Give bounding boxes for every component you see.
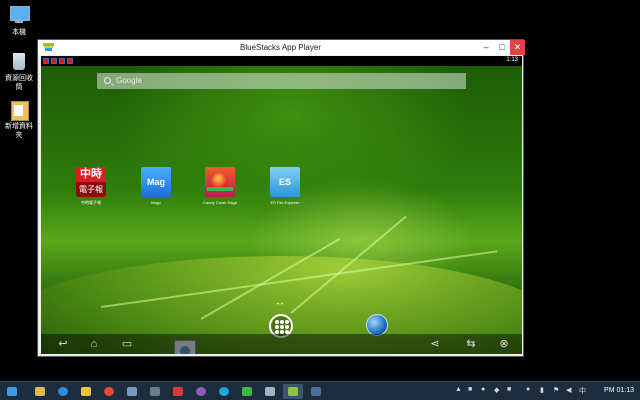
desktop-icon-label: 新增資料夾 [5, 123, 33, 139]
recycle-bin-icon [8, 50, 30, 72]
app-label: 中時電子報 [81, 200, 101, 205]
tray-icon[interactable]: ▲ [455, 386, 464, 397]
china-times-app-icon: 中時 電子報 [76, 167, 106, 197]
taskbar-ie[interactable] [53, 384, 73, 399]
taskbar-app-blue[interactable] [306, 384, 326, 399]
app-label: ES File Explorer [270, 200, 300, 205]
computer-icon [8, 4, 30, 26]
tray-icon[interactable]: ■ [507, 386, 516, 397]
es-file-explorer-app-icon: ES [270, 167, 300, 197]
taskbar-explorer[interactable] [30, 384, 50, 399]
tray-icon[interactable]: ● [481, 386, 490, 397]
taskbar-clock[interactable]: PM 01:13 [604, 387, 634, 394]
window-title: BlueStacks App Player [240, 43, 321, 52]
taskbar-bluestacks[interactable] [283, 384, 303, 399]
magv-app-icon: Mag [141, 167, 171, 197]
candy-crush-app-icon [205, 167, 235, 197]
share-button[interactable]: ⋖ [424, 336, 446, 352]
desktop-icon-recycle-bin[interactable]: 資源回收筒 [2, 50, 36, 92]
desktop-icon-new-folder[interactable]: 新增資料夾 [2, 98, 36, 140]
app-china-times[interactable]: 中時 電子報 中時電子報 [71, 167, 111, 206]
close-app-button[interactable]: ⊗ [493, 336, 515, 352]
browser-globe-icon[interactable] [366, 314, 388, 336]
window-titlebar[interactable]: BlueStacks App Player – □ ✕ [38, 40, 525, 55]
search-icon [104, 77, 111, 84]
rotate-button[interactable]: ⇆ [460, 336, 482, 352]
status-clock: 1:13 [506, 57, 518, 63]
app-label: Magv [151, 200, 161, 205]
app-es-file-explorer[interactable]: ES ES File Explorer [265, 167, 305, 205]
page-indicator: • • [277, 302, 283, 308]
notification-icon[interactable] [59, 58, 65, 64]
taskbar-skype[interactable] [214, 384, 234, 399]
close-button[interactable]: ✕ [510, 40, 525, 55]
windows-taskbar: ▲ ■ ● ◆ ■ ● ▮ ⚑ ◀ 中 PM 01:13 [0, 381, 640, 400]
minimize-button[interactable]: – [478, 40, 494, 55]
flag-icon[interactable]: ⚑ [553, 386, 562, 397]
folder-icon [8, 98, 30, 121]
app-candy-crush[interactable]: Candy Crush Saga [200, 167, 240, 205]
google-search-bar[interactable]: Google [97, 73, 466, 89]
desktop-icon-label: 本機 [12, 29, 26, 36]
back-button[interactable]: ↩ [52, 336, 74, 352]
taskbar-chrome[interactable] [99, 384, 119, 399]
taskbar-line[interactable] [237, 384, 257, 399]
taskbar-viber[interactable] [191, 384, 211, 399]
network-icon[interactable]: ▮ [540, 386, 549, 397]
desktop-icon-this-pc[interactable]: 本機 [2, 4, 36, 37]
maximize-button[interactable]: □ [494, 40, 510, 55]
tray-icon[interactable]: ■ [468, 386, 477, 397]
tray-icon[interactable]: ◆ [494, 386, 503, 397]
desktop-icon-label: 資源回收筒 [5, 75, 33, 91]
taskbar-folder[interactable] [76, 384, 96, 399]
android-status-bar: 1:13 [41, 56, 522, 66]
notification-icon[interactable] [67, 58, 73, 64]
line-tray-icon[interactable]: ● [526, 386, 535, 397]
taskbar-media[interactable] [145, 384, 165, 399]
notification-icon[interactable] [51, 58, 57, 64]
android-screen[interactable]: 1:13 Google 中時 電子報 中時電子報 Mag Magv Candy … [41, 56, 522, 354]
app-label: Candy Crush Saga [203, 200, 237, 205]
bluestacks-window: BlueStacks App Player – □ ✕ 1:13 Google … [37, 39, 525, 357]
home-button[interactable]: ⌂ [83, 336, 105, 352]
search-placeholder: Google [116, 76, 142, 85]
notification-icon[interactable] [43, 58, 49, 64]
start-button[interactable] [2, 384, 22, 399]
app-magv[interactable]: Mag Magv [136, 167, 176, 205]
taskbar-app-red[interactable] [168, 384, 188, 399]
volume-icon[interactable]: ◀ [566, 386, 575, 397]
taskbar-notes[interactable] [260, 384, 280, 399]
ime-icon[interactable]: 中 [579, 386, 588, 397]
recent-apps-button[interactable]: ▭ [116, 336, 138, 352]
taskbar-app[interactable] [122, 384, 142, 399]
android-nav-bar: ↩ ⌂ ▭ ⋖ ⇆ ⊗ [41, 334, 522, 354]
